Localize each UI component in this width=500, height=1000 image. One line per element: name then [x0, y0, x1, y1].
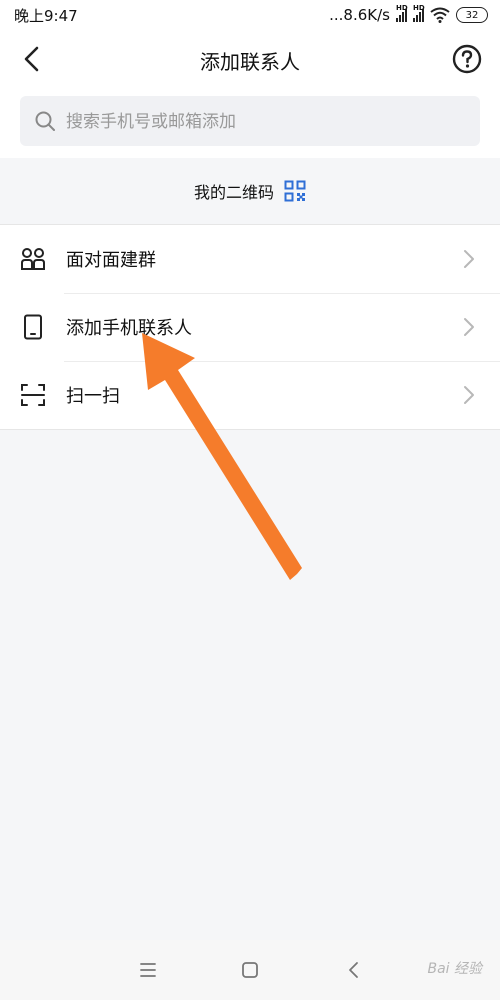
- menu-item-label: 面对面建群: [66, 250, 156, 271]
- phone-icon: [24, 314, 42, 340]
- search-icon: [35, 111, 55, 131]
- battery-level: 32: [465, 9, 479, 21]
- watermark: Bai 经验: [427, 961, 482, 977]
- battery-icon: 32: [456, 7, 488, 23]
- chevron-right-icon: [464, 386, 474, 404]
- status-time: 晚上9:47: [14, 7, 78, 25]
- home-icon[interactable]: [238, 958, 262, 982]
- nav-back-icon[interactable]: [342, 958, 366, 982]
- my-qr-code-row[interactable]: 我的二维码: [0, 158, 500, 224]
- help-circle-icon[interactable]: [452, 44, 482, 74]
- chevron-right-icon: [464, 318, 474, 336]
- menu-item-face-to-face-group[interactable]: 面对面建群: [0, 225, 500, 293]
- search-input[interactable]: [64, 96, 468, 148]
- menu-item-scan[interactable]: 扫一扫: [0, 361, 500, 429]
- net-speed: ...8.6K/s: [329, 6, 390, 24]
- qr-label: 我的二维码: [193, 183, 274, 202]
- status-indicators: ...8.6K/s HD HD 32: [329, 4, 488, 25]
- system-nav-bar: Bai 经验: [0, 940, 500, 1000]
- header: 添加联系人: [0, 32, 500, 88]
- status-bar: 晚上9:47 ...8.6K/s HD HD 32: [0, 0, 500, 32]
- wifi-icon: [430, 7, 450, 23]
- people-group-icon: [21, 248, 45, 270]
- chevron-right-icon: [464, 250, 474, 268]
- action-list: 面对面建群 添加手机联系人 扫一扫: [0, 224, 500, 430]
- menu-item-label: 扫一扫: [66, 386, 120, 407]
- menu-icon[interactable]: [136, 958, 160, 982]
- menu-item-add-phone-contacts[interactable]: 添加手机联系人: [0, 293, 500, 361]
- signal-1-icon: HD: [396, 4, 408, 22]
- qr-code-icon: [284, 180, 306, 202]
- search-box[interactable]: [20, 96, 480, 148]
- signal-2-icon: HD: [413, 4, 425, 22]
- page-title: 添加联系人: [200, 50, 300, 74]
- search-section: [0, 88, 500, 158]
- menu-item-label: 添加手机联系人: [66, 318, 192, 339]
- scan-icon: [21, 384, 45, 406]
